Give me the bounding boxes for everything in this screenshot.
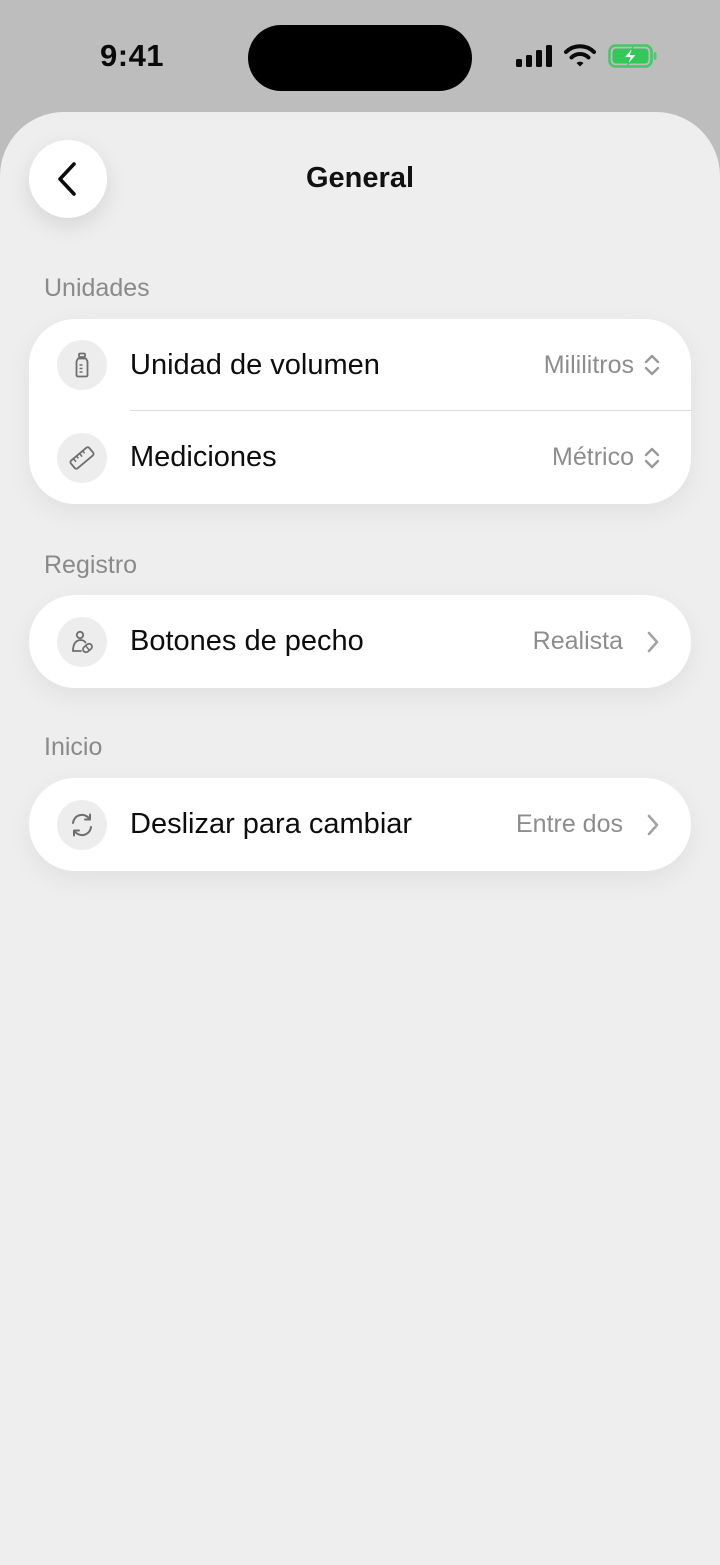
wifi-icon xyxy=(564,44,596,68)
row-value: Métrico xyxy=(552,443,634,471)
card-inicio: Deslizar para cambiar Entre dos xyxy=(29,778,691,871)
row-label: Unidad de volumen xyxy=(130,348,380,381)
row-label: Deslizar para cambiar xyxy=(130,808,413,840)
dynamic-island xyxy=(248,25,472,91)
cellular-signal-icon xyxy=(516,45,552,67)
section-label-unidades: Unidades xyxy=(44,274,150,302)
page-title: General xyxy=(306,162,414,194)
bottle-icon xyxy=(57,340,107,390)
breast-pump-icon xyxy=(57,616,107,667)
row-label: Mediciones xyxy=(130,441,277,473)
row-deslizar-para-cambiar[interactable]: Deslizar para cambiar Entre dos xyxy=(29,778,691,871)
card-unidades: Unidad de volumen Mililitros Mediciones … xyxy=(29,319,691,504)
status-icons xyxy=(516,44,658,68)
row-label: Botones de pecho xyxy=(130,625,364,657)
section-label-registro: Registro xyxy=(44,551,138,579)
row-value: Mililitros xyxy=(543,350,634,379)
row-mediciones[interactable]: Mediciones Métrico xyxy=(29,411,691,504)
battery-charging-icon xyxy=(608,44,658,68)
row-unidad-de-volumen[interactable]: Unidad de volumen Mililitros xyxy=(29,319,691,411)
status-bar: 9:41 xyxy=(0,0,720,112)
nav-bar: General xyxy=(0,112,720,252)
updown-chevron-icon xyxy=(643,352,661,378)
card-registro: Botones de pecho Realista xyxy=(29,595,691,688)
chevron-right-icon xyxy=(645,813,661,837)
row-botones-de-pecho[interactable]: Botones de pecho Realista xyxy=(29,595,691,688)
ruler-icon xyxy=(57,432,107,483)
chevron-right-icon xyxy=(645,630,661,654)
row-value: Entre dos xyxy=(515,810,623,838)
refresh-icon xyxy=(57,799,107,850)
updown-chevron-icon xyxy=(643,445,661,471)
settings-sheet: General Unidades Unidad de volumen Milil… xyxy=(0,112,720,1565)
section-label-inicio: Inicio xyxy=(44,733,103,761)
status-time: 9:41 xyxy=(100,38,165,73)
row-value: Realista xyxy=(532,627,623,655)
